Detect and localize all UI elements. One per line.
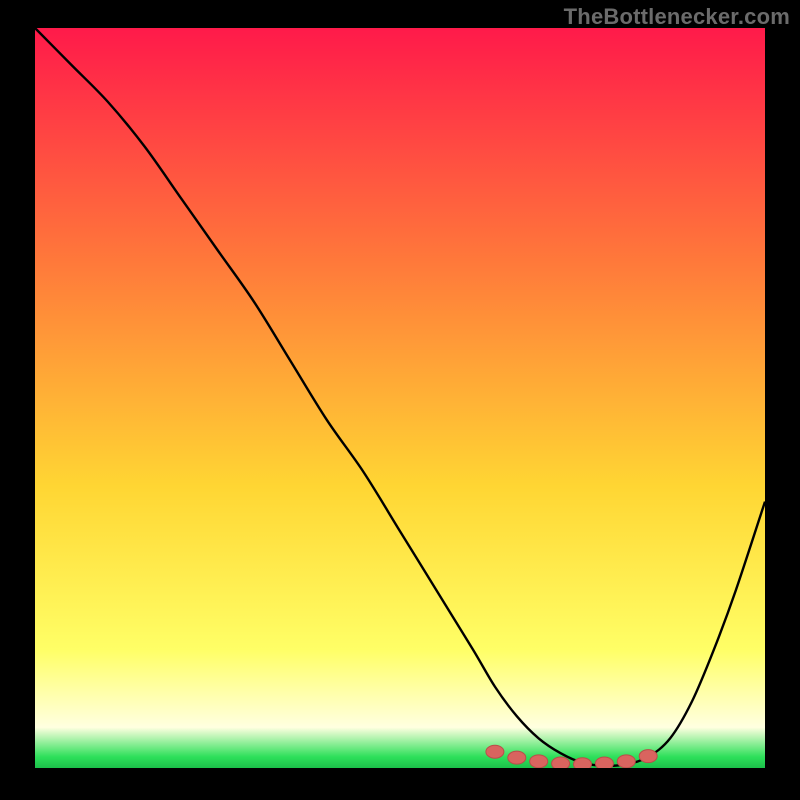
optimal-marker (530, 755, 548, 768)
chart-stage: TheBottlenecker.com (0, 0, 800, 800)
optimal-marker (595, 757, 613, 768)
optimal-marker (508, 751, 526, 764)
optimal-marker (552, 757, 570, 768)
optimal-marker (486, 745, 504, 758)
gradient-background (35, 28, 765, 768)
optimal-marker (574, 758, 592, 768)
chart-svg (35, 28, 765, 768)
plot-area (35, 28, 765, 768)
attribution-text: TheBottlenecker.com (564, 4, 790, 30)
optimal-marker (617, 755, 635, 768)
optimal-marker (639, 750, 657, 763)
